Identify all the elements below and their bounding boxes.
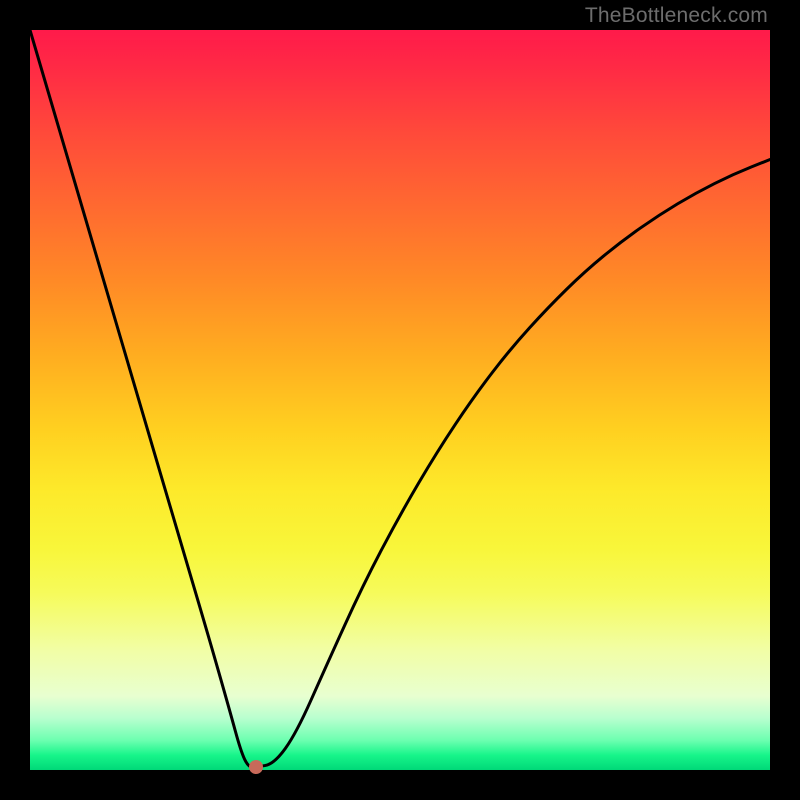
curve-path <box>30 30 770 767</box>
bottleneck-curve <box>30 30 770 770</box>
optimum-marker <box>249 760 263 774</box>
chart-frame: TheBottleneck.com <box>0 0 800 800</box>
watermark-text: TheBottleneck.com <box>585 4 768 28</box>
plot-area <box>30 30 770 770</box>
